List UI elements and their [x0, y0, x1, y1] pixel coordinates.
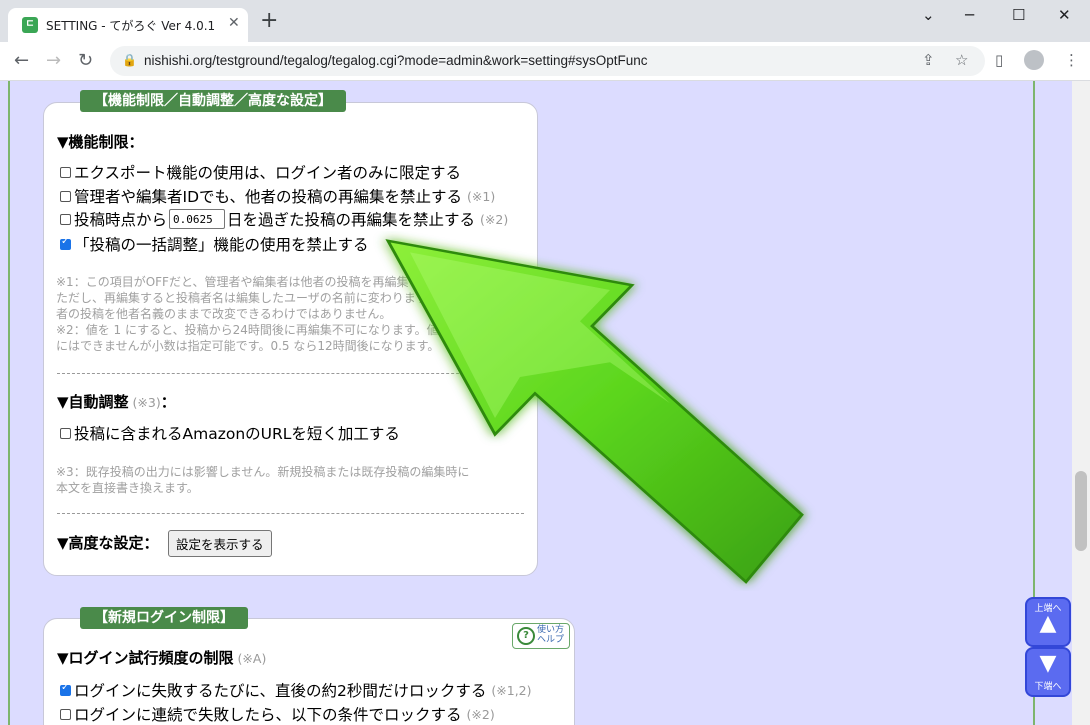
green-pointer-arrow-icon [385, 239, 804, 584]
note-ref: (※3) [132, 395, 161, 410]
reload-icon[interactable]: ↻ [78, 50, 93, 71]
checkbox[interactable] [60, 427, 71, 439]
share-icon[interactable]: ⇪ [922, 51, 935, 69]
menu-kebab-icon[interactable]: ⋮ [1064, 51, 1079, 69]
help-label: 使い方 ヘルプ [537, 625, 564, 645]
option-lock-consecutive[interactable]: ログインに連続で失敗したら、以下の条件でロックする (※2) [60, 703, 495, 725]
auto-adjust-heading: ▼自動調整 (※3)： [57, 391, 176, 412]
option-label: ログインに失敗するたびに、直後の約2秒間だけロックする [74, 682, 487, 700]
bookmark-star-icon[interactable]: ☆ [955, 51, 968, 69]
option-label: エクスポート機能の使用は、ログイン者のみに限定する [74, 164, 462, 182]
option-label: 投稿に含まれるAmazonのURLを短く加工する [74, 425, 400, 443]
section-title-function: 【機能制限／自動調整／高度な設定】 [80, 90, 346, 112]
checkbox-checked[interactable] [60, 682, 71, 696]
tegalog-favicon-icon: ㄷ [22, 17, 38, 33]
arrow-up-icon: ▲ [1039, 611, 1057, 636]
option-amazon-url-shorten[interactable]: 投稿に含まれるAmazonのURLを短く加工する [60, 422, 400, 444]
help-button[interactable]: ? 使い方 ヘルプ [512, 623, 570, 649]
forward-icon[interactable]: → [46, 50, 61, 71]
option-forbid-reedit-others[interactable]: 管理者や編集者IDでも、他者の投稿の再編集を禁止する (※1) [60, 185, 495, 207]
url-text[interactable]: nishishi.org/testground/tegalog/tegalog.… [144, 53, 648, 68]
chevron-down-icon: ⌄ [922, 6, 935, 24]
left-border [8, 81, 10, 725]
help-question-icon: ? [517, 627, 535, 645]
note-ref: (※2) [466, 706, 495, 722]
browser-toolbar: ← → ↻ 🔒 nishishi.org/testground/tegalog/… [0, 42, 1090, 81]
checkbox[interactable] [60, 166, 71, 178]
func-limit-heading: ▼機能制限： [57, 133, 144, 151]
scroll-bottom-button[interactable]: ▼ 下端へ [1025, 647, 1071, 697]
checkbox[interactable] [60, 213, 71, 225]
advanced-heading: ▼高度な設定： [57, 534, 159, 552]
option-forbid-bulk-adjust[interactable]: 「投稿の一括調整」機能の使用を禁止する [60, 233, 369, 255]
profile-avatar-icon[interactable] [1024, 50, 1044, 70]
browser-tab[interactable]: ㄷ SETTING - てがろぐ Ver 4.0.1 ✕ [8, 8, 248, 42]
maximize-icon[interactable]: ☐ [1012, 6, 1025, 24]
help-label-line: 使い方 [537, 625, 565, 635]
heading-text: ▼自動調整 [57, 393, 129, 411]
page-content: 【機能制限／自動調整／高度な設定】 ▼機能制限： エクスポート機能の使用は、ログ… [0, 81, 1090, 725]
tab-close-icon[interactable]: ✕ [228, 15, 240, 31]
side-panel-icon[interactable]: ▯ [995, 51, 1003, 69]
address-bar[interactable]: 🔒 nishishi.org/testground/tegalog/tegalo… [110, 46, 985, 76]
note-ref: (※1) [467, 188, 496, 204]
option-label: 管理者や編集者IDでも、他者の投稿の再編集を禁止する [74, 188, 463, 206]
minimize-icon[interactable]: ─ [965, 6, 974, 24]
section-title-login: 【新規ログイン制限】 [80, 607, 248, 629]
note-ref: (※1,2) [491, 682, 532, 698]
checkbox-checked[interactable] [60, 236, 71, 250]
scroll-top-button[interactable]: 上端へ ▲ [1025, 597, 1071, 647]
new-tab-button[interactable]: + [260, 10, 278, 32]
option-lock-2sec[interactable]: ログインに失敗するたびに、直後の約2秒間だけロックする (※1,2) [60, 679, 532, 701]
tab-title: SETTING - てがろぐ Ver 4.0.1 [46, 19, 216, 33]
login-rate-heading: ▼ログイン試行頻度の制限 (※A) [57, 647, 266, 668]
note-ref: (※2) [480, 211, 509, 227]
option-export-login-only[interactable]: エクスポート機能の使用は、ログイン者のみに限定する [60, 161, 461, 183]
help-label-line: ヘルプ [537, 635, 565, 645]
option-label: ログインに連続で失敗したら、以下の条件でロックする [74, 706, 462, 724]
scrollbar-thumb[interactable] [1075, 471, 1087, 551]
heading-colon: ： [160, 393, 176, 411]
option-label: 「投稿の一括調整」機能の使用を禁止する [74, 236, 369, 254]
browser-titlebar: ㄷ SETTING - てがろぐ Ver 4.0.1 ✕ + ⌄ ─ ☐ ✕ [0, 0, 1090, 42]
note-ref: (※A) [237, 651, 267, 666]
scrollbar[interactable] [1072, 81, 1090, 725]
checkbox[interactable] [60, 190, 71, 202]
option-forbid-reedit-after-days[interactable]: 投稿時点から 0.0625 日を過ぎた投稿の再編集を禁止する (※2) [60, 208, 508, 230]
days-input[interactable]: 0.0625 [169, 209, 226, 229]
option-label: 投稿時点から [74, 211, 168, 229]
window-close-icon[interactable]: ✕ [1058, 6, 1071, 24]
back-icon[interactable]: ← [14, 50, 29, 71]
checkbox[interactable] [60, 708, 71, 720]
scroll-bottom-label: 下端へ [1034, 682, 1062, 692]
heading-text: ▼ログイン試行頻度の制限 [57, 649, 234, 667]
minimize-button[interactable]: ⌄ [922, 6, 935, 24]
arrow-down-icon: ▼ [1039, 651, 1057, 676]
show-settings-button[interactable]: 設定を表示する [168, 530, 272, 557]
option-label: 日を過ぎた投稿の再編集を禁止する [227, 211, 476, 229]
lock-icon[interactable]: 🔒 [122, 53, 137, 67]
